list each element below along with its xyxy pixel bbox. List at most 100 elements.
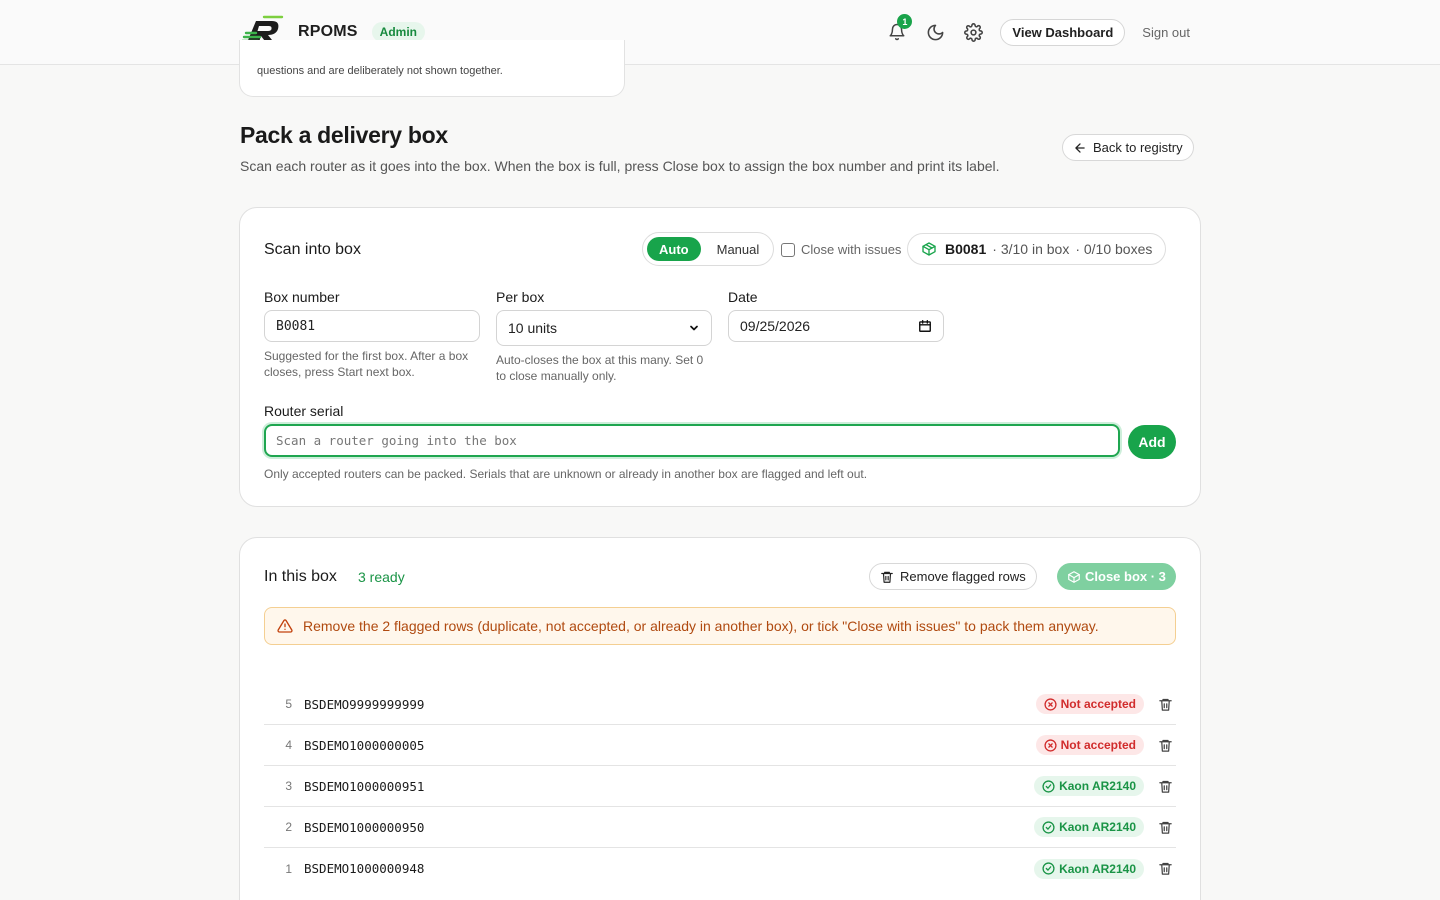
status-label: Kaon AR2140: [1059, 861, 1136, 876]
date-value: 09/25/2026: [740, 318, 811, 334]
box-status-pill: B0081 · 3/10 in box · 0/10 boxes: [907, 233, 1167, 265]
status-badge: Kaon AR2140: [1034, 858, 1144, 879]
table-row: 1 BSDEMO1000000948 Kaon AR2140: [264, 848, 1176, 889]
row-serial: BSDEMO1000000948: [304, 861, 425, 876]
delete-row-button[interactable]: [1157, 778, 1173, 794]
delete-row-button[interactable]: [1157, 819, 1173, 835]
back-to-registry-button[interactable]: Back to registry: [1062, 134, 1194, 161]
warning-icon: [277, 619, 293, 633]
per-box-select[interactable]: 10 units: [496, 310, 712, 346]
trash-icon: [1158, 698, 1172, 711]
scan-card: Scan into box Auto Manual Close with iss…: [239, 207, 1201, 507]
box-contents-title: In this box: [264, 568, 337, 585]
role-badge: Admin: [371, 22, 426, 42]
add-button[interactable]: Add: [1128, 425, 1176, 459]
row-number: 2: [285, 820, 292, 834]
check-circle-icon: [1042, 820, 1055, 834]
box-icon: [922, 242, 936, 256]
status-badge: Kaon AR2140: [1034, 817, 1144, 837]
row-serial: BSDEMO1000000005: [304, 737, 425, 753]
close-with-issues-label: Close with issues: [801, 242, 902, 257]
status-badge: Not accepted: [1035, 694, 1144, 714]
info-card: questions and are deliberately not shown…: [239, 40, 625, 97]
box-number-input[interactable]: B0081: [264, 310, 480, 342]
row-serial: BSDEMO1000000950: [304, 819, 425, 835]
delete-row-button[interactable]: [1157, 861, 1173, 877]
notification-count: 1: [897, 14, 913, 29]
box-status-number: B0081: [945, 241, 987, 257]
date-input[interactable]: 09/25/2026: [728, 310, 944, 342]
app-name: RPOMS: [298, 23, 358, 40]
mode-auto-button[interactable]: Auto: [647, 237, 701, 261]
row-number: 4: [285, 738, 292, 752]
row-number: 1: [285, 861, 292, 876]
status-label: Not accepted: [1060, 738, 1136, 752]
remove-flagged-rows-button[interactable]: Remove flagged rows: [869, 563, 1037, 590]
box-contents-card: In this box 3 ready Remove flagged rows …: [239, 537, 1201, 900]
date-label: Date: [728, 289, 758, 305]
theme-toggle[interactable]: [920, 17, 950, 47]
moon-icon: [927, 24, 944, 40]
page-title: Pack a delivery box: [240, 122, 448, 148]
close-box-label: Close box · 3: [1085, 569, 1166, 584]
box-icon: [1068, 570, 1080, 583]
header-actions: 1 View Dashboard Sign out: [882, 14, 1190, 47]
flagged-rows-alert: Remove the 2 flagged rows (duplicate, no…: [264, 607, 1176, 645]
alert-text: Remove the 2 flagged rows (duplicate, no…: [303, 618, 1099, 634]
row-serial: BSDEMO9999999999: [304, 696, 425, 712]
view-dashboard-button[interactable]: View Dashboard: [1000, 18, 1126, 46]
arrow-left-icon: [1075, 142, 1085, 153]
trash-icon: [1158, 739, 1172, 752]
info-card-text: questions and are deliberately not shown…: [257, 65, 503, 77]
ready-count: 3 ready: [358, 569, 405, 585]
router-serial-input[interactable]: Scan a router going into the box: [264, 424, 1120, 457]
remove-flagged-label: Remove flagged rows: [900, 569, 1026, 584]
settings-button[interactable]: [958, 17, 988, 47]
back-label: Back to registry: [1093, 140, 1183, 155]
check-circle-icon: [1042, 862, 1055, 875]
status-label: Not accepted: [1060, 697, 1136, 711]
router-serial-help: Only accepted routers can be packed. Ser…: [264, 467, 868, 481]
row-serial: BSDEMO1000000951: [304, 778, 425, 794]
x-circle-icon: [1044, 738, 1057, 752]
sign-out-link[interactable]: Sign out: [1142, 25, 1190, 40]
per-box-help: Auto-closes the box at this many. Set 0 …: [496, 353, 704, 383]
table-row: 3 BSDEMO1000000951 Kaon AR2140: [264, 766, 1176, 807]
close-box-button[interactable]: Close box · 3: [1057, 563, 1176, 590]
gear-icon: [963, 22, 983, 42]
router-serial-label: Router serial: [264, 403, 344, 419]
scan-card-title: Scan into box: [264, 241, 361, 258]
mode-toggle[interactable]: Auto Manual: [642, 232, 774, 266]
trash-icon: [881, 571, 893, 583]
row-number: 3: [285, 779, 292, 793]
status-label: Kaon AR2140: [1059, 820, 1136, 834]
status-label: Kaon AR2140: [1059, 779, 1136, 793]
x-circle-icon: [1044, 697, 1057, 711]
close-with-issues-checkbox[interactable]: [781, 242, 795, 257]
status-badge: Not accepted: [1035, 735, 1144, 755]
notifications-button[interactable]: 1: [882, 14, 913, 47]
trash-icon: [1158, 821, 1172, 834]
calendar-icon[interactable]: [918, 319, 932, 333]
close-with-issues-option[interactable]: Close with issues: [781, 242, 901, 257]
delete-row-button[interactable]: [1157, 696, 1173, 712]
box-fill-status: · 3/10 in box: [992, 241, 1070, 257]
page-subtitle: Scan each router as it goes into the box…: [240, 158, 1000, 174]
chevron-down-icon: [690, 325, 698, 331]
box-number-label: Box number: [264, 289, 340, 305]
box-rows: 5 BSDEMO9999999999 Not accepted 4 BSDEMO…: [264, 684, 1176, 889]
table-row: 4 BSDEMO1000000005 Not accepted: [264, 725, 1176, 766]
row-number: 5: [285, 697, 292, 711]
box-number-help: Suggested for the first box. After a box…: [264, 349, 469, 379]
boxes-status: · 0/10 boxes: [1075, 241, 1153, 257]
table-row: 5 BSDEMO9999999999 Not accepted: [264, 684, 1176, 725]
per-box-value: 10 units: [508, 320, 558, 336]
trash-icon: [1158, 780, 1172, 793]
mode-manual-button[interactable]: Manual: [707, 242, 770, 257]
top-bar: RPOMS Admin 1 View Dashboard Sign out: [0, 0, 1440, 65]
trash-icon: [1158, 862, 1172, 875]
status-badge: Kaon AR2140: [1034, 776, 1144, 796]
table-row: 2 BSDEMO1000000950 Kaon AR2140: [264, 807, 1176, 848]
delete-row-button[interactable]: [1157, 737, 1173, 753]
per-box-label: Per box: [496, 289, 545, 305]
